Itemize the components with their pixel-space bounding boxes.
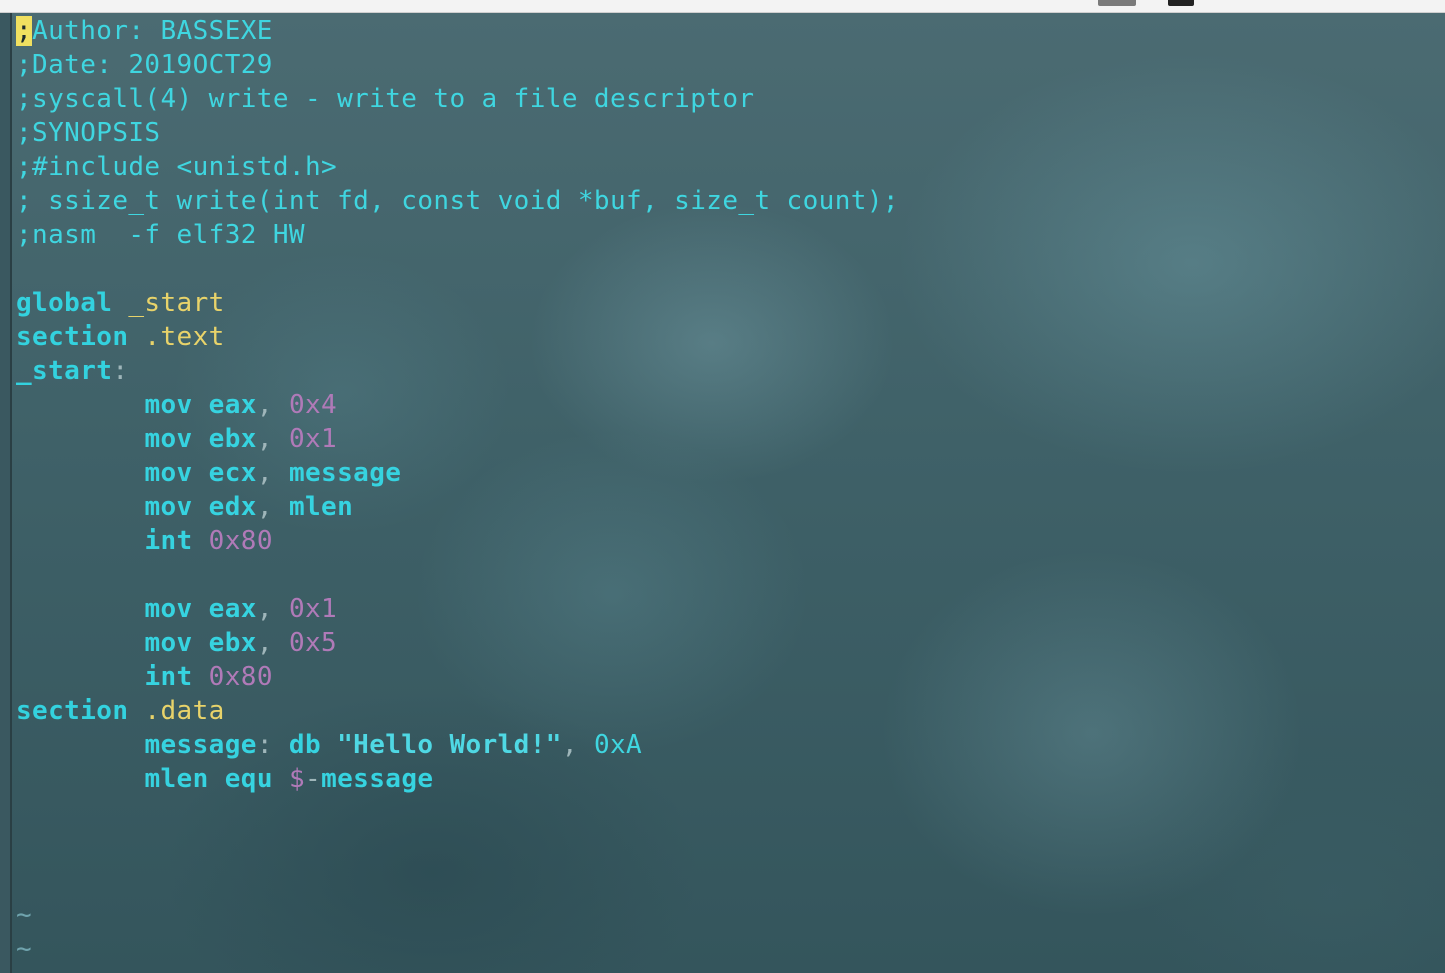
code-line: ; ssize_t write(int fd, const void *buf,… (16, 184, 899, 218)
text-cursor: ; (16, 16, 33, 46)
code-line: int 0x80 (16, 524, 899, 558)
code-line: mov eax, 0x1 (16, 592, 899, 626)
operand-value: 0x1 (288, 424, 338, 454)
code-line: int 0x80 (16, 660, 899, 694)
register-name: ebx (208, 424, 257, 454)
code-line: section .data (16, 694, 899, 728)
code-line: mlen equ $-message (16, 762, 899, 796)
menu-bar-battery-icon[interactable] (1168, 0, 1194, 6)
operand-separator: , (256, 424, 289, 454)
operand-value: 0xA (593, 730, 643, 760)
code-line: mov ecx, message (16, 456, 899, 490)
operand-separator: , (256, 390, 289, 420)
code-line: mov ebx, 0x5 (16, 626, 899, 660)
register-name: eax (208, 390, 257, 420)
instruction-opcode: mov (144, 628, 193, 658)
minus-operator: - (305, 764, 322, 794)
operand-separator: , (561, 730, 594, 760)
operand-value: message (288, 458, 402, 488)
instruction-opcode: mov (144, 492, 193, 522)
register-name: ebx (208, 628, 257, 658)
data-directive: db (272, 730, 338, 760)
code-line: ~ (16, 898, 899, 932)
instruction-opcode: mov (144, 594, 193, 624)
terminal-window[interactable]: ;Author: BASSEXE ;Date: 2019OCT29 ;syscall… (10, 13, 1445, 973)
menu-bar-control-icon[interactable] (1098, 0, 1136, 6)
code-line: ;syscall(4) write - write to a file desc… (16, 82, 899, 116)
directive-argument: .data (128, 696, 225, 726)
operand-value: 0x1 (288, 594, 338, 624)
comment-text: ;syscall(4) write - write to a file desc… (16, 84, 755, 114)
operand-separator: , (256, 628, 289, 658)
empty-line-tilde: ~ (16, 968, 32, 973)
constant-name: mlen (144, 764, 209, 794)
data-label: message (144, 730, 257, 760)
string-literal: "Hello World!" (337, 730, 562, 760)
code-line: ~ (16, 966, 899, 973)
comment-text: ;SYNOPSIS (16, 118, 161, 148)
screen: ;Author: BASSEXE ;Date: 2019OCT29 ;syscall… (0, 0, 1445, 973)
directive-keyword: section (16, 322, 129, 352)
code-line: _start: (16, 354, 899, 388)
code-line: mov eax, 0x4 (16, 388, 899, 422)
code-line: global _start (16, 286, 899, 320)
code-line: ;SYNOPSIS (16, 116, 899, 150)
operand-value: mlen (288, 492, 354, 522)
instruction-opcode: mov (144, 458, 193, 488)
comment-text: ;Date: 2019OCT29 (16, 50, 273, 80)
directive-keyword: section (16, 696, 129, 726)
code-line: ;Date: 2019OCT29 (16, 48, 899, 82)
operand-value: 0x80 (208, 662, 273, 692)
code-line: ;Author: BASSEXE (16, 14, 899, 48)
current-address-symbol: $ (288, 764, 305, 794)
operand-separator: , (256, 594, 289, 624)
code-line: section .text (16, 320, 899, 354)
equ-directive: equ (208, 764, 289, 794)
code-line: mov edx, mlen (16, 490, 899, 524)
operand-value: 0x80 (208, 526, 273, 556)
label-name: _start (16, 356, 113, 386)
comment-text: ;nasm -f elf32 HW (16, 220, 305, 250)
code-line: ;nasm -f elf32 HW (16, 218, 899, 252)
label-reference: message (321, 764, 434, 794)
top-menu-bar (0, 0, 1445, 13)
code-line: ~ (16, 932, 899, 966)
code-line: mov ebx, 0x1 (16, 422, 899, 456)
comment-text: Author: BASSEXE (32, 16, 273, 46)
empty-line-tilde: ~ (16, 900, 33, 930)
operand-value: 0x4 (288, 390, 338, 420)
label-colon: : (112, 356, 129, 386)
comment-text: ;#include <unistd.h> (16, 152, 338, 182)
register-name: eax (208, 594, 257, 624)
operand-separator: , (256, 458, 289, 488)
register-name: ecx (208, 458, 257, 488)
comment-text: ; ssize_t write(int fd, const void *buf,… (16, 186, 899, 216)
code-line: ;#include <unistd.h> (16, 150, 899, 184)
instruction-opcode: mov (144, 424, 193, 454)
operand-value: 0x5 (288, 628, 338, 658)
directive-argument: _start (112, 288, 225, 318)
instruction-opcode: int (144, 662, 193, 692)
empty-line-tilde: ~ (16, 934, 33, 964)
operand-separator: , (256, 492, 289, 522)
label-colon: : (256, 730, 273, 760)
code-line: message: db "Hello World!", 0xA (16, 728, 899, 762)
directive-argument: .text (128, 322, 225, 352)
directive-keyword: global (16, 288, 113, 318)
instruction-opcode: int (144, 526, 193, 556)
vim-editor-buffer[interactable]: ;Author: BASSEXE ;Date: 2019OCT29 ;syscall… (16, 14, 899, 973)
register-name: edx (208, 492, 257, 522)
instruction-opcode: mov (144, 390, 193, 420)
